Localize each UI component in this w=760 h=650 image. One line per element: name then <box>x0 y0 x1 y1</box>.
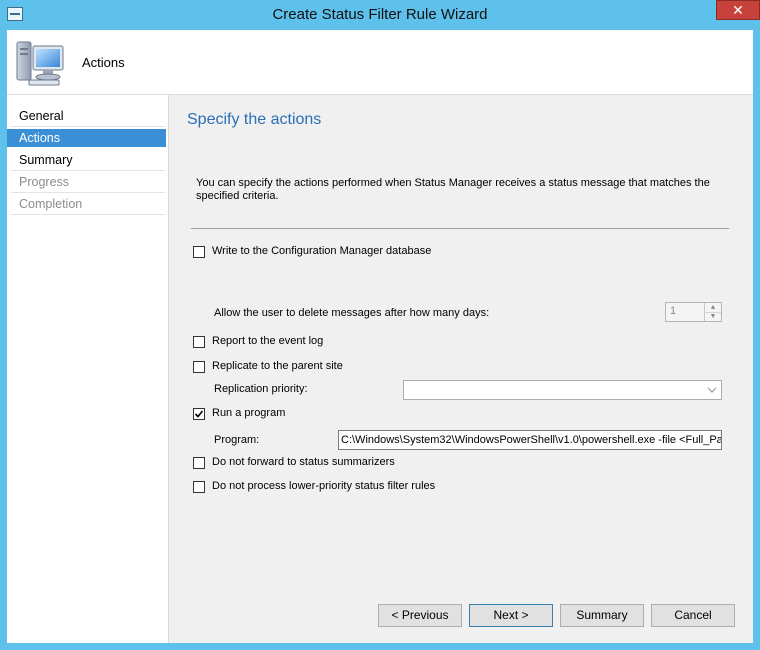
nav-item-progress: Progress <box>19 175 70 189</box>
separator <box>191 228 729 229</box>
event-log-checkbox[interactable] <box>193 336 205 348</box>
no-lower-priority-checkbox[interactable] <box>193 481 205 493</box>
checkmark-icon <box>194 410 204 418</box>
description-text: You can specify the actions performed wh… <box>196 177 710 202</box>
event-log-label[interactable]: Report to the event log <box>212 335 323 347</box>
nav-item-actions[interactable]: Actions <box>7 129 166 147</box>
program-path-value: C:\Windows\System32\WindowsPowerShell\v1… <box>341 434 722 446</box>
nav-divider <box>11 192 165 193</box>
close-button[interactable]: ✕ <box>716 0 760 20</box>
delete-days-label: Allow the user to delete messages after … <box>214 307 490 319</box>
wizard-nav: General Actions Summary Progress Complet… <box>7 95 168 643</box>
previous-button[interactable]: < Previous <box>378 604 462 627</box>
title-bar[interactable]: Create Status Filter Rule Wizard ✕ <box>0 0 760 30</box>
wizard-header: Actions <box>7 30 753 95</box>
computer-icon <box>16 41 64 86</box>
no-forward-checkbox[interactable] <box>193 457 205 469</box>
delete-days-spinner[interactable]: 1 ▲ ▼ <box>665 302 722 322</box>
program-label: Program: <box>214 434 260 446</box>
wizard-main-panel: Specify the actions You can specify the … <box>168 95 753 643</box>
no-forward-label[interactable]: Do not forward to status summarizers <box>212 456 395 468</box>
run-program-label[interactable]: Run a program <box>212 407 285 419</box>
section-heading: Specify the actions <box>187 111 322 128</box>
nav-item-completion: Completion <box>19 197 83 211</box>
replicate-checkbox[interactable] <box>193 361 205 373</box>
delete-days-value[interactable]: 1 <box>670 305 676 317</box>
nav-divider <box>11 170 165 171</box>
replicate-label[interactable]: Replicate to the parent site <box>212 360 343 372</box>
next-button[interactable]: Next > <box>469 604 553 627</box>
program-path-input[interactable]: C:\Windows\System32\WindowsPowerShell\v1… <box>338 430 722 450</box>
no-lower-priority-label[interactable]: Do not process lower-priority status fil… <box>212 480 435 492</box>
nav-item-summary[interactable]: Summary <box>7 151 166 169</box>
replication-priority-label: Replication priority: <box>214 383 308 395</box>
spinner-buttons: ▲ ▼ <box>704 303 721 321</box>
wizard-client-area: Actions General Actions Summary Progress… <box>7 30 753 643</box>
nav-item-general[interactable]: General <box>7 107 166 125</box>
write-db-label[interactable]: Write to the Configuration Manager datab… <box>212 245 431 257</box>
wizard-window: Create Status Filter Rule Wizard ✕ Actio… <box>0 0 760 650</box>
cancel-button[interactable]: Cancel <box>651 604 735 627</box>
write-db-checkbox[interactable] <box>193 246 205 258</box>
spin-down-icon[interactable]: ▼ <box>705 312 721 321</box>
nav-divider <box>11 214 165 215</box>
page-title: Actions <box>82 55 125 70</box>
chevron-down-icon[interactable] <box>705 383 719 397</box>
summary-button[interactable]: Summary <box>560 604 644 627</box>
run-program-checkbox[interactable] <box>193 408 205 420</box>
nav-divider <box>11 126 165 127</box>
replication-priority-dropdown[interactable] <box>403 380 722 400</box>
window-title: Create Status Filter Rule Wizard <box>272 6 488 23</box>
